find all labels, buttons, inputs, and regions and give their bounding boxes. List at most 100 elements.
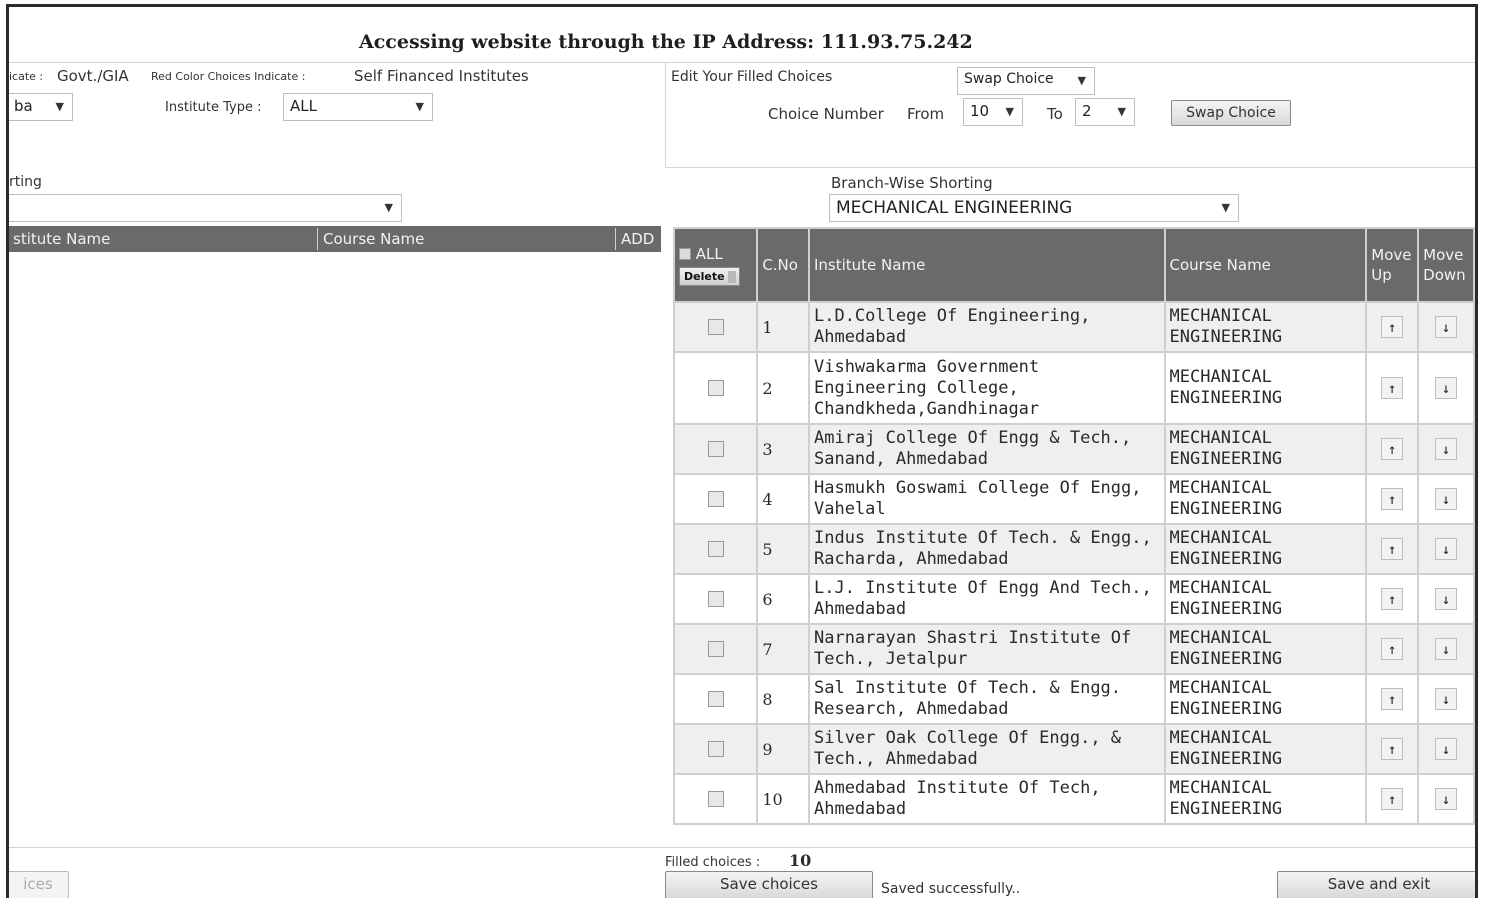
institute-type-select[interactable]: ALL ▼ <box>283 93 433 121</box>
table-row: 9 Silver Oak College Of Engg., & Tech., A… <box>672 723 1475 775</box>
row-institute-name: Silver Oak College Of Engg., & Tech., Ah… <box>807 723 1166 775</box>
row-checkbox[interactable] <box>707 690 724 707</box>
down-arrow-icon[interactable]: ↓ <box>1435 438 1458 460</box>
to-label: To <box>1047 105 1063 123</box>
chevron-down-icon: ▼ <box>1117 105 1126 118</box>
row-number: 7 <box>756 623 810 675</box>
row-institute-name: Sal Institute Of Tech. & Engg. Research,… <box>807 673 1166 725</box>
table-row: 8 Sal Institute Of Tech. & Engg. Research… <box>672 673 1475 725</box>
legend-govt-prefix: icate : <box>9 70 44 83</box>
to-select[interactable]: 2 ▼ <box>1075 98 1135 126</box>
row-select-cell <box>672 473 759 525</box>
move-up-cell: ↑ <box>1365 723 1420 775</box>
edit-mode-select[interactable]: Swap Choice ▼ <box>957 67 1095 95</box>
select-all-header: ALL Delete <box>672 227 759 303</box>
down-arrow-icon[interactable]: ↓ <box>1435 538 1458 560</box>
row-checkbox[interactable] <box>707 640 724 657</box>
up-arrow-icon[interactable]: ↑ <box>1381 588 1404 610</box>
row-checkbox[interactable] <box>707 590 724 607</box>
institute-type-value: ALL <box>290 97 317 115</box>
left-col-add: ADD <box>621 230 655 248</box>
row-checkbox[interactable] <box>707 440 724 457</box>
row-institute-name: Vishwakarma Government Engineering Colle… <box>807 351 1166 425</box>
row-course-name: MECHANICAL ENGINEERING <box>1163 573 1368 625</box>
col-course-name: Course Name <box>1163 227 1368 303</box>
row-course-name: MECHANICAL ENGINEERING <box>1163 673 1368 725</box>
up-arrow-icon[interactable]: ↑ <box>1381 438 1404 460</box>
left-choices-button[interactable]: ices <box>9 871 69 898</box>
branch-select[interactable]: MECHANICAL ENGINEERING ▼ <box>829 194 1239 222</box>
up-arrow-icon[interactable]: ↑ <box>1381 638 1404 660</box>
divider <box>665 167 1475 168</box>
sorting-select[interactable]: ▼ <box>9 194 402 222</box>
table-row: 10 Ahmedabad Institute Of Tech, Ahmedabad… <box>672 773 1475 825</box>
col-move-up: Move Up <box>1365 227 1420 303</box>
down-arrow-icon[interactable]: ↓ <box>1435 377 1458 399</box>
up-arrow-icon[interactable]: ↑ <box>1381 738 1404 760</box>
chevron-down-icon: ▼ <box>415 100 424 113</box>
row-institute-name: Hasmukh Goswami College Of Engg, Vahelal <box>807 473 1166 525</box>
down-arrow-icon[interactable]: ↓ <box>1435 588 1458 610</box>
down-arrow-icon[interactable]: ↓ <box>1435 738 1458 760</box>
row-course-name: MECHANICAL ENGINEERING <box>1163 423 1368 475</box>
col-institute-name: Institute Name <box>807 227 1166 303</box>
city-select[interactable]: ba ▼ <box>9 93 73 121</box>
down-arrow-icon[interactable]: ↓ <box>1435 488 1458 510</box>
choice-number-label: Choice Number <box>768 105 884 123</box>
row-checkbox[interactable] <box>707 318 724 335</box>
from-value: 10 <box>970 102 990 120</box>
up-arrow-icon[interactable]: ↑ <box>1381 488 1404 510</box>
down-arrow-icon[interactable]: ↓ <box>1435 316 1458 338</box>
row-number: 4 <box>756 473 810 525</box>
filled-choices-label: Filled choices : <box>665 855 761 870</box>
delete-button[interactable]: Delete <box>679 266 740 286</box>
row-select-cell <box>672 673 759 725</box>
move-up-cell: ↑ <box>1365 573 1420 625</box>
header-divider <box>317 228 318 250</box>
move-down-cell: ↓ <box>1417 301 1475 353</box>
up-arrow-icon[interactable]: ↑ <box>1381 538 1404 560</box>
up-arrow-icon[interactable]: ↑ <box>1381 377 1404 399</box>
chevron-down-icon: ▼ <box>1221 201 1230 214</box>
swap-choice-button[interactable]: Swap Choice <box>1171 100 1291 126</box>
row-course-name: MECHANICAL ENGINEERING <box>1163 723 1368 775</box>
legend-govt-text: Govt./GIA <box>57 67 129 85</box>
left-col-course: Course Name <box>323 230 425 248</box>
save-choices-button[interactable]: Save choices <box>665 871 873 898</box>
up-arrow-icon[interactable]: ↑ <box>1381 688 1404 710</box>
save-and-exit-button[interactable]: Save and exit <box>1277 871 1475 898</box>
row-number: 3 <box>756 423 810 475</box>
row-checkbox[interactable] <box>707 740 724 757</box>
down-arrow-icon[interactable]: ↓ <box>1435 688 1458 710</box>
move-up-cell: ↑ <box>1365 423 1420 475</box>
move-down-cell: ↓ <box>1417 623 1475 675</box>
table-row: 4 Hasmukh Goswami College Of Engg, Vahela… <box>672 473 1475 525</box>
header-divider <box>615 228 616 250</box>
chevron-down-icon: ▼ <box>384 201 393 214</box>
row-select-cell <box>672 623 759 675</box>
row-checkbox[interactable] <box>707 790 724 807</box>
up-arrow-icon[interactable]: ↑ <box>1381 316 1404 338</box>
move-down-cell: ↓ <box>1417 523 1475 575</box>
row-checkbox[interactable] <box>707 379 724 396</box>
row-course-name: MECHANICAL ENGINEERING <box>1163 773 1368 825</box>
row-checkbox[interactable] <box>707 540 724 557</box>
move-up-cell: ↑ <box>1365 351 1420 425</box>
branch-label: Branch-Wise Shorting <box>831 174 993 192</box>
move-up-cell: ↑ <box>1365 673 1420 725</box>
row-select-cell <box>672 573 759 625</box>
down-arrow-icon[interactable]: ↓ <box>1435 788 1458 810</box>
from-select[interactable]: 10 ▼ <box>963 98 1023 126</box>
move-down-cell: ↓ <box>1417 423 1475 475</box>
row-checkbox[interactable] <box>707 490 724 507</box>
edit-choices-label: Edit Your Filled Choices <box>671 69 833 85</box>
chevron-down-icon: ▼ <box>1005 105 1014 118</box>
up-arrow-icon[interactable]: ↑ <box>1381 788 1404 810</box>
row-number: 5 <box>756 523 810 575</box>
select-all-checkbox[interactable] <box>679 248 691 260</box>
row-course-name: MECHANICAL ENGINEERING <box>1163 473 1368 525</box>
row-select-cell <box>672 773 759 825</box>
row-course-name: MECHANICAL ENGINEERING <box>1163 523 1368 575</box>
down-arrow-icon[interactable]: ↓ <box>1435 638 1458 660</box>
to-value: 2 <box>1082 102 1092 120</box>
